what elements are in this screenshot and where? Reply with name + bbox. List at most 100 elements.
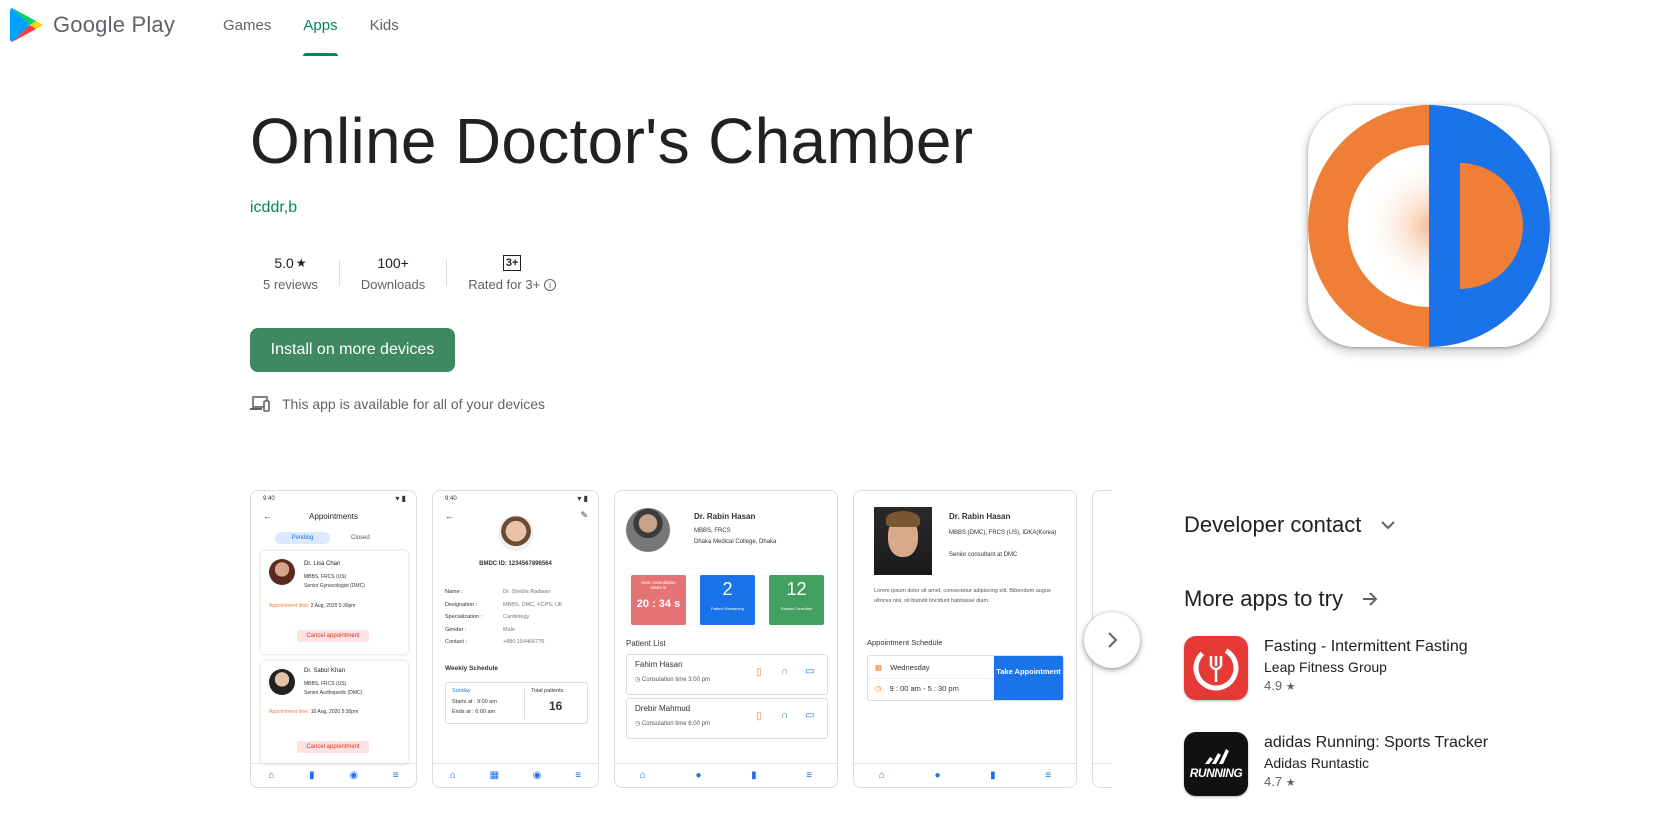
schedule-day: Wednesday (890, 663, 930, 672)
doctor-name: Dr. Lisa Chan (304, 561, 341, 567)
detail-value: MBBS, DMC, FCPS, UK (503, 601, 563, 608)
calendar-icon: ▦ (489, 770, 500, 781)
doctor-degree: MBBS, FRCS (US) (304, 681, 347, 687)
divider (868, 678, 996, 679)
patient-name: Drebir Mahmud (635, 704, 691, 713)
detail-value: Male (503, 626, 515, 633)
avatar (269, 669, 295, 695)
downloads-stat: 100+ Downloads (340, 253, 446, 292)
schedule-start: Starts at : 9:00 am (452, 699, 497, 705)
tab-games[interactable]: Games (207, 0, 287, 56)
schedule-card: Sunday Starts at : 9:00 am Ends at : 6:0… (445, 682, 588, 724)
screenshot-appointments[interactable]: 9:40 ▾ ▮ ← Appointments Pending Closed D… (250, 490, 417, 788)
app-name: Fasting - Intermittent Fasting (1264, 638, 1468, 655)
divider (524, 689, 525, 719)
screenshot-profile[interactable]: 9:40 ▾ ▮ ← ✎ BMDC ID: 1234567896564 Name… (432, 490, 599, 788)
status-time: 9:40 (445, 496, 457, 502)
profile-icon: ◉ (532, 770, 542, 781)
bmdc-id: BMDC ID: 1234567896564 (479, 561, 552, 567)
google-play-logo[interactable]: Google Play (10, 6, 175, 44)
menu-icon: ≡ (806, 770, 813, 781)
clock-icon: ◷ (635, 677, 641, 683)
devices-icon (250, 396, 270, 412)
tab-apps[interactable]: Apps (287, 0, 353, 56)
tab-closed: Closed (351, 535, 370, 541)
doctor-degree: MBBS, FRCS (694, 528, 731, 534)
edit-icon: ✎ (580, 510, 588, 520)
schedule-hours: 9 : 00 am - 5 : 30 pm (889, 684, 959, 693)
bottom-nav: ⌂ ▮ ◉ ≡ (251, 763, 416, 787)
suggested-app[interactable]: Fasting - Intermittent Fasting Leap Fitn… (1184, 636, 1468, 700)
availability-text: This app is available for all of your de… (282, 396, 546, 412)
rating-stat[interactable]: 5.0 ★ 5 reviews (250, 253, 339, 292)
tab-pending: Pending (275, 532, 330, 544)
patient-list-title: Patient List (626, 639, 666, 648)
next-consultation-time: 20 : 34 s (636, 598, 681, 610)
doctor-name: Dr. Rabin Hasan (694, 512, 756, 521)
screenshot-doctor-detail[interactable]: Dr. Rabin Hasan MBBS (DMC), FRCS (US), I… (853, 490, 1077, 788)
video-icon: ▭ (805, 666, 815, 677)
doctor-photo (874, 507, 932, 575)
carousel-next-button[interactable] (1084, 612, 1140, 668)
appointment-card: Dr. Sabur Khan MBBS, FRCS (US) Senior Au… (261, 661, 408, 764)
schedule-day: Sunday (452, 688, 471, 694)
content-rating-label: Rated for 3+ (468, 277, 541, 292)
back-arrow-icon: ← (445, 511, 454, 521)
detail-value: Dr. Shebla Radwan (503, 589, 551, 595)
avatar (626, 508, 670, 552)
status-icons: ▾ ▮ (577, 494, 588, 503)
doctor-role: Senior Gynocologist (DMC) (304, 583, 365, 589)
rating-value: 5.0 (274, 255, 294, 271)
clock-icon: ◷ (875, 684, 882, 693)
cancel-appointment-button: Cancel appointment (297, 741, 369, 753)
patient-time: Consulation time 6:00 pm (641, 721, 710, 727)
more-apps-header[interactable]: More apps to try (1184, 586, 1379, 612)
app-name: adidas Running: Sports Tracker (1264, 734, 1489, 751)
developer-contact-title: Developer contact (1184, 512, 1362, 537)
clock-icon: ◷ (635, 721, 641, 727)
app-stats: 5.0 ★ 5 reviews 100+ Downloads 3+ Rated f… (250, 253, 577, 292)
detail-key: Gender : (445, 626, 467, 633)
app-developer: Adidas Runtastic (1264, 755, 1370, 771)
app-rating: 4.9 (1264, 678, 1283, 693)
status-icons: ▾ ▮ (395, 494, 406, 503)
detail-key: Contact : (445, 639, 468, 645)
doctor-role: Senior Aurthopedic (DMC) (304, 690, 363, 696)
schedule-box: ▦ Wednesday ◷ 9 : 00 am - 5 : 30 pm Take… (867, 655, 1064, 701)
adidas-app-icon: RUNNING (1184, 732, 1248, 796)
remaining-label: Patient Remaining (711, 606, 744, 611)
downloads-label: Downloads (360, 277, 426, 292)
install-button[interactable]: Install on more devices (250, 328, 455, 372)
icon-label: RUNNING (1189, 766, 1243, 780)
developer-contact-header[interactable]: Developer contact (1184, 512, 1397, 538)
weekly-schedule-title: Weekly Schedule (445, 665, 498, 672)
remaining-value: 2 (722, 579, 733, 599)
appointment-card: Dr. Lisa Chan MBBS, FRCS (US) Senior Gyn… (261, 551, 408, 654)
content-rating-stat[interactable]: 3+ Rated for 3+ i (447, 253, 577, 292)
headset-icon: ∩ (781, 710, 789, 721)
detail-key: Specialization : (445, 614, 482, 620)
consulted-card: 12 Patient Consulted (769, 575, 824, 625)
suggested-app[interactable]: RUNNING adidas Running: Sports Tracker A… (1184, 732, 1488, 796)
status-time: 9:40 (263, 496, 275, 502)
total-patients-value: 16 (549, 699, 563, 713)
tab-kids[interactable]: Kids (354, 0, 415, 56)
screenshot-carousel: 9:40 ▾ ▮ ← Appointments Pending Closed D… (250, 490, 1112, 790)
doctor-role: Senior consultant at DMC (949, 552, 1018, 558)
doc-icon: ▮ (309, 770, 315, 781)
avatar (269, 559, 295, 585)
downloads-value: 100+ (377, 255, 409, 271)
app-logo-icon (1308, 105, 1550, 347)
profile-icon: ● (695, 770, 702, 781)
profile-icon: ◉ (349, 770, 359, 781)
info-icon[interactable]: i (544, 278, 557, 291)
menu-icon: ≡ (575, 770, 582, 781)
developer-link[interactable]: icddr,b (250, 199, 297, 217)
bookmark-icon: ▮ (990, 770, 996, 781)
video-icon: ▭ (805, 710, 815, 721)
detail-key: Designation : (445, 601, 478, 608)
screenshot-dashboard[interactable]: Dr. Rabin Hasan MBBS, FRCS Dhaka Medical… (614, 490, 838, 788)
bottom-nav: ⌂ ● ▮ ≡ (854, 763, 1076, 787)
star-icon: ★ (295, 256, 307, 270)
time-value: 10 Aug, 2020 5:30pm (310, 709, 359, 715)
